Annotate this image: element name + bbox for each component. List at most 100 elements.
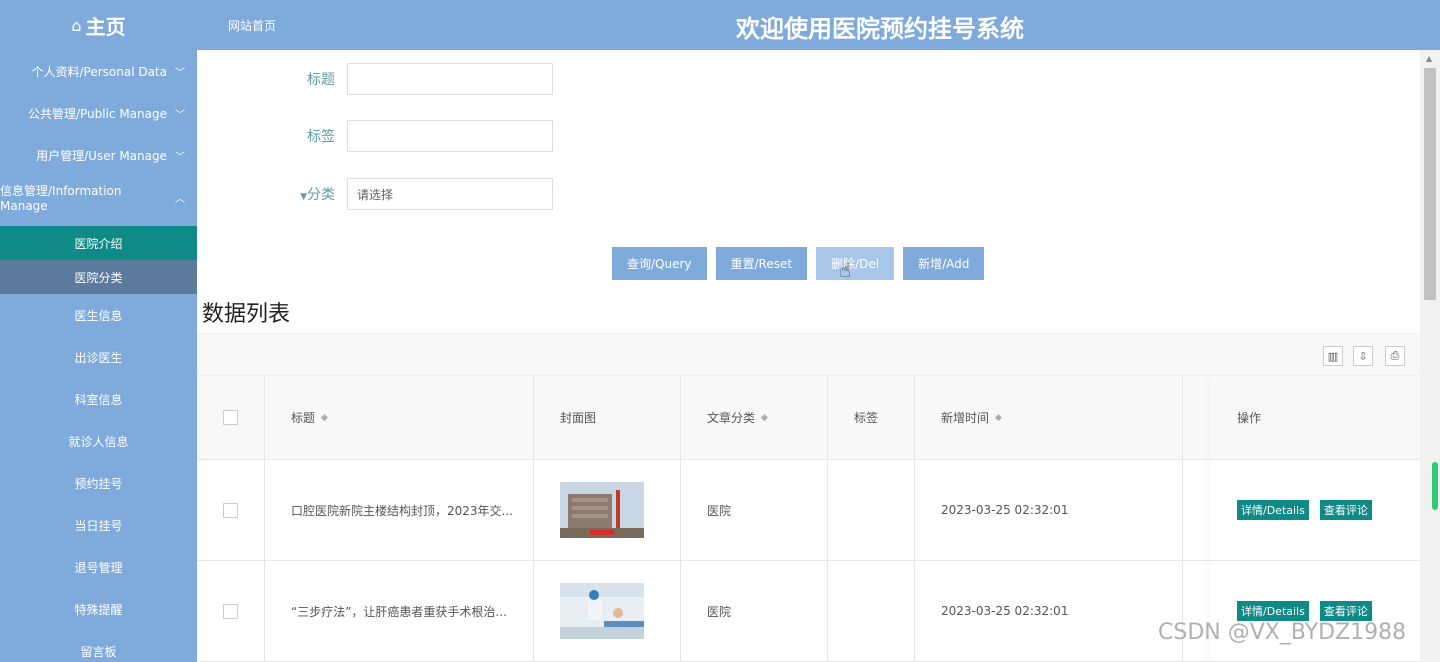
- columns-icon[interactable]: ▥: [1323, 346, 1343, 366]
- page-scrollbar[interactable]: ▲: [1420, 50, 1440, 662]
- sidebar-item-hospital-category[interactable]: 医院分类: [0, 260, 197, 294]
- nav-group-user-manage[interactable]: 用户管理/User Manage ﹀: [0, 134, 197, 176]
- row-created: 2023-03-25 02:32:01: [915, 561, 1183, 661]
- header-category-label: 文章分类: [707, 411, 756, 425]
- tag-filter-row: 标签: [197, 120, 553, 152]
- nav-group-public-manage[interactable]: 公共管理/Public Manage ﹀: [0, 92, 197, 134]
- category-label-text: 分类: [307, 187, 335, 203]
- row-category: 医院: [681, 561, 828, 661]
- header-created[interactable]: 新增时间 ◆: [915, 376, 1183, 459]
- sort-icon[interactable]: ◆: [321, 413, 328, 423]
- system-title: 欢迎使用医院预约挂号系统: [736, 15, 1024, 43]
- title-filter-row: 标题: [197, 63, 553, 95]
- row-title: “三步疗法”，让肝癌患者重获手术根治...: [265, 561, 534, 661]
- row-checkbox[interactable]: [223, 603, 238, 619]
- header-cover-label: 封面图: [560, 411, 597, 425]
- caret-down-icon: ▼: [300, 192, 307, 202]
- sidebar-item-doctor-info[interactable]: 医生信息: [0, 294, 197, 336]
- row-tags: [828, 460, 915, 560]
- table-header: 标题 ◆ 封面图 文章分类 ◆ 标签 新增时间 ◆ 操作: [197, 376, 1420, 460]
- nav-group-label: 信息管理/Information Manage: [0, 183, 122, 213]
- header-tags-label: 标签: [854, 411, 879, 425]
- top-header: ⌂ 主页 网站首页 欢迎使用医院预约挂号系统: [0, 0, 1440, 50]
- brand-home-link[interactable]: ⌂ 主页: [0, 0, 197, 50]
- sidebar-item-visiting-doctor[interactable]: 出诊医生: [0, 336, 197, 378]
- cover-image: [560, 482, 644, 538]
- nav-group-label: 个人资料/Personal Data: [31, 64, 167, 79]
- category-filter-label: ▼分类: [197, 184, 347, 204]
- row-cover: [534, 561, 681, 661]
- query-button[interactable]: 查询/Query: [612, 247, 707, 280]
- row-cover: [534, 460, 681, 560]
- row-tags: [828, 561, 915, 661]
- sidebar-item-appointment[interactable]: 预约挂号: [0, 462, 197, 504]
- category-filter-row: ▼分类 请选择: [197, 178, 553, 210]
- row-actions: 详情/Details 查看评论: [1211, 561, 1420, 661]
- sidebar-item-message-board[interactable]: 留言板: [0, 630, 197, 662]
- nav-group-label: 用户管理/User Manage: [36, 148, 167, 163]
- sidebar-item-same-day[interactable]: 当日挂号: [0, 504, 197, 546]
- tag-filter-label: 标签: [307, 129, 335, 145]
- view-comments-button[interactable]: 查看评论: [1319, 601, 1372, 621]
- sort-icon[interactable]: ◆: [761, 413, 768, 423]
- details-button[interactable]: 详情/Details: [1237, 601, 1309, 621]
- nav-group-information-manage[interactable]: 信息管理/Information Manage ︿: [0, 176, 197, 218]
- sidebar-item-patient-info[interactable]: 就诊人信息: [0, 420, 197, 462]
- sidebar-item-hospital-intro[interactable]: 医院介绍: [0, 226, 197, 260]
- row-category: 医院: [681, 460, 828, 560]
- header-actions: 操作: [1211, 376, 1420, 459]
- chevron-down-icon: ﹀: [175, 151, 185, 163]
- header-tags: 标签: [828, 376, 915, 459]
- add-button[interactable]: 新增/Add: [903, 247, 985, 280]
- header-title-label: 标题: [291, 411, 316, 425]
- cover-image: [560, 583, 644, 639]
- header-select-cell: [197, 376, 265, 459]
- header-cover: 封面图: [534, 376, 681, 459]
- header-title[interactable]: 标题 ◆: [265, 376, 534, 459]
- export-icon[interactable]: ⇩: [1353, 346, 1373, 366]
- title-filter-label: 标题: [307, 72, 335, 88]
- delete-button[interactable]: 删除/Del: [816, 247, 895, 280]
- chevron-up-icon: ︿: [175, 193, 185, 205]
- sidebar-item-cancel[interactable]: 退号管理: [0, 546, 197, 588]
- table-row: 口腔医院新院主楼结构封顶，2023年交... 医院 2023-03-25 02:…: [197, 460, 1420, 561]
- table-toolbar: ▥ ⇩ ⎙: [197, 333, 1420, 376]
- header-actions-label: 操作: [1237, 411, 1262, 425]
- watermark: CSDN @VX_BYDZ1988: [1158, 620, 1407, 645]
- header-created-label: 新增时间: [941, 411, 990, 425]
- main-content: 标题 标签 ▼分类 请选择 查询/Query 重置/Reset 删除/Del 新…: [197, 50, 1420, 662]
- site-home-link[interactable]: 网站首页: [228, 17, 276, 34]
- sidebar-item-department-info[interactable]: 科室信息: [0, 378, 197, 420]
- table-row: “三步疗法”，让肝癌患者重获手术根治... 医院 2023-03-25 02:3…: [197, 561, 1420, 662]
- row-checkbox[interactable]: [223, 502, 238, 518]
- data-list-title: 数据列表: [202, 302, 291, 327]
- scroll-up-icon[interactable]: ▲: [1426, 54, 1432, 63]
- row-title: 口腔医院新院主楼结构封顶，2023年交...: [265, 460, 534, 560]
- scroll-thumb[interactable]: [1424, 68, 1436, 300]
- row-created: 2023-03-25 02:32:01: [915, 460, 1183, 560]
- row-actions: 详情/Details 查看评论: [1211, 460, 1420, 560]
- brand-label: 主页: [85, 14, 126, 39]
- header-category[interactable]: 文章分类 ◆: [681, 376, 828, 459]
- sort-icon[interactable]: ◆: [995, 413, 1002, 423]
- sidebar: 个人资料/Personal Data ﹀ 公共管理/Public Manage …: [0, 50, 197, 662]
- home-icon: ⌂: [71, 15, 82, 35]
- category-select[interactable]: 请选择: [347, 178, 553, 210]
- nav-group-label: 公共管理/Public Manage: [27, 106, 167, 121]
- reset-button[interactable]: 重置/Reset: [715, 247, 808, 280]
- select-all-checkbox[interactable]: [223, 410, 238, 425]
- chevron-down-icon: ﹀: [175, 109, 185, 121]
- tag-filter-input[interactable]: [347, 120, 553, 152]
- details-button[interactable]: 详情/Details: [1237, 500, 1309, 520]
- view-comments-button[interactable]: 查看评论: [1319, 500, 1372, 520]
- sidebar-item-reminder[interactable]: 特殊提醒: [0, 588, 197, 630]
- print-icon[interactable]: ⎙: [1385, 346, 1405, 366]
- row-select-cell: [197, 561, 265, 661]
- scroll-indicator: [1432, 462, 1438, 510]
- hand-cursor-icon: ☝: [839, 258, 852, 282]
- header-hidden-col: [1183, 376, 1211, 459]
- row-select-cell: [197, 460, 265, 560]
- nav-group-personal-data[interactable]: 个人资料/Personal Data ﹀: [0, 50, 197, 92]
- title-filter-input[interactable]: [347, 63, 553, 95]
- chevron-down-icon: ﹀: [175, 67, 185, 79]
